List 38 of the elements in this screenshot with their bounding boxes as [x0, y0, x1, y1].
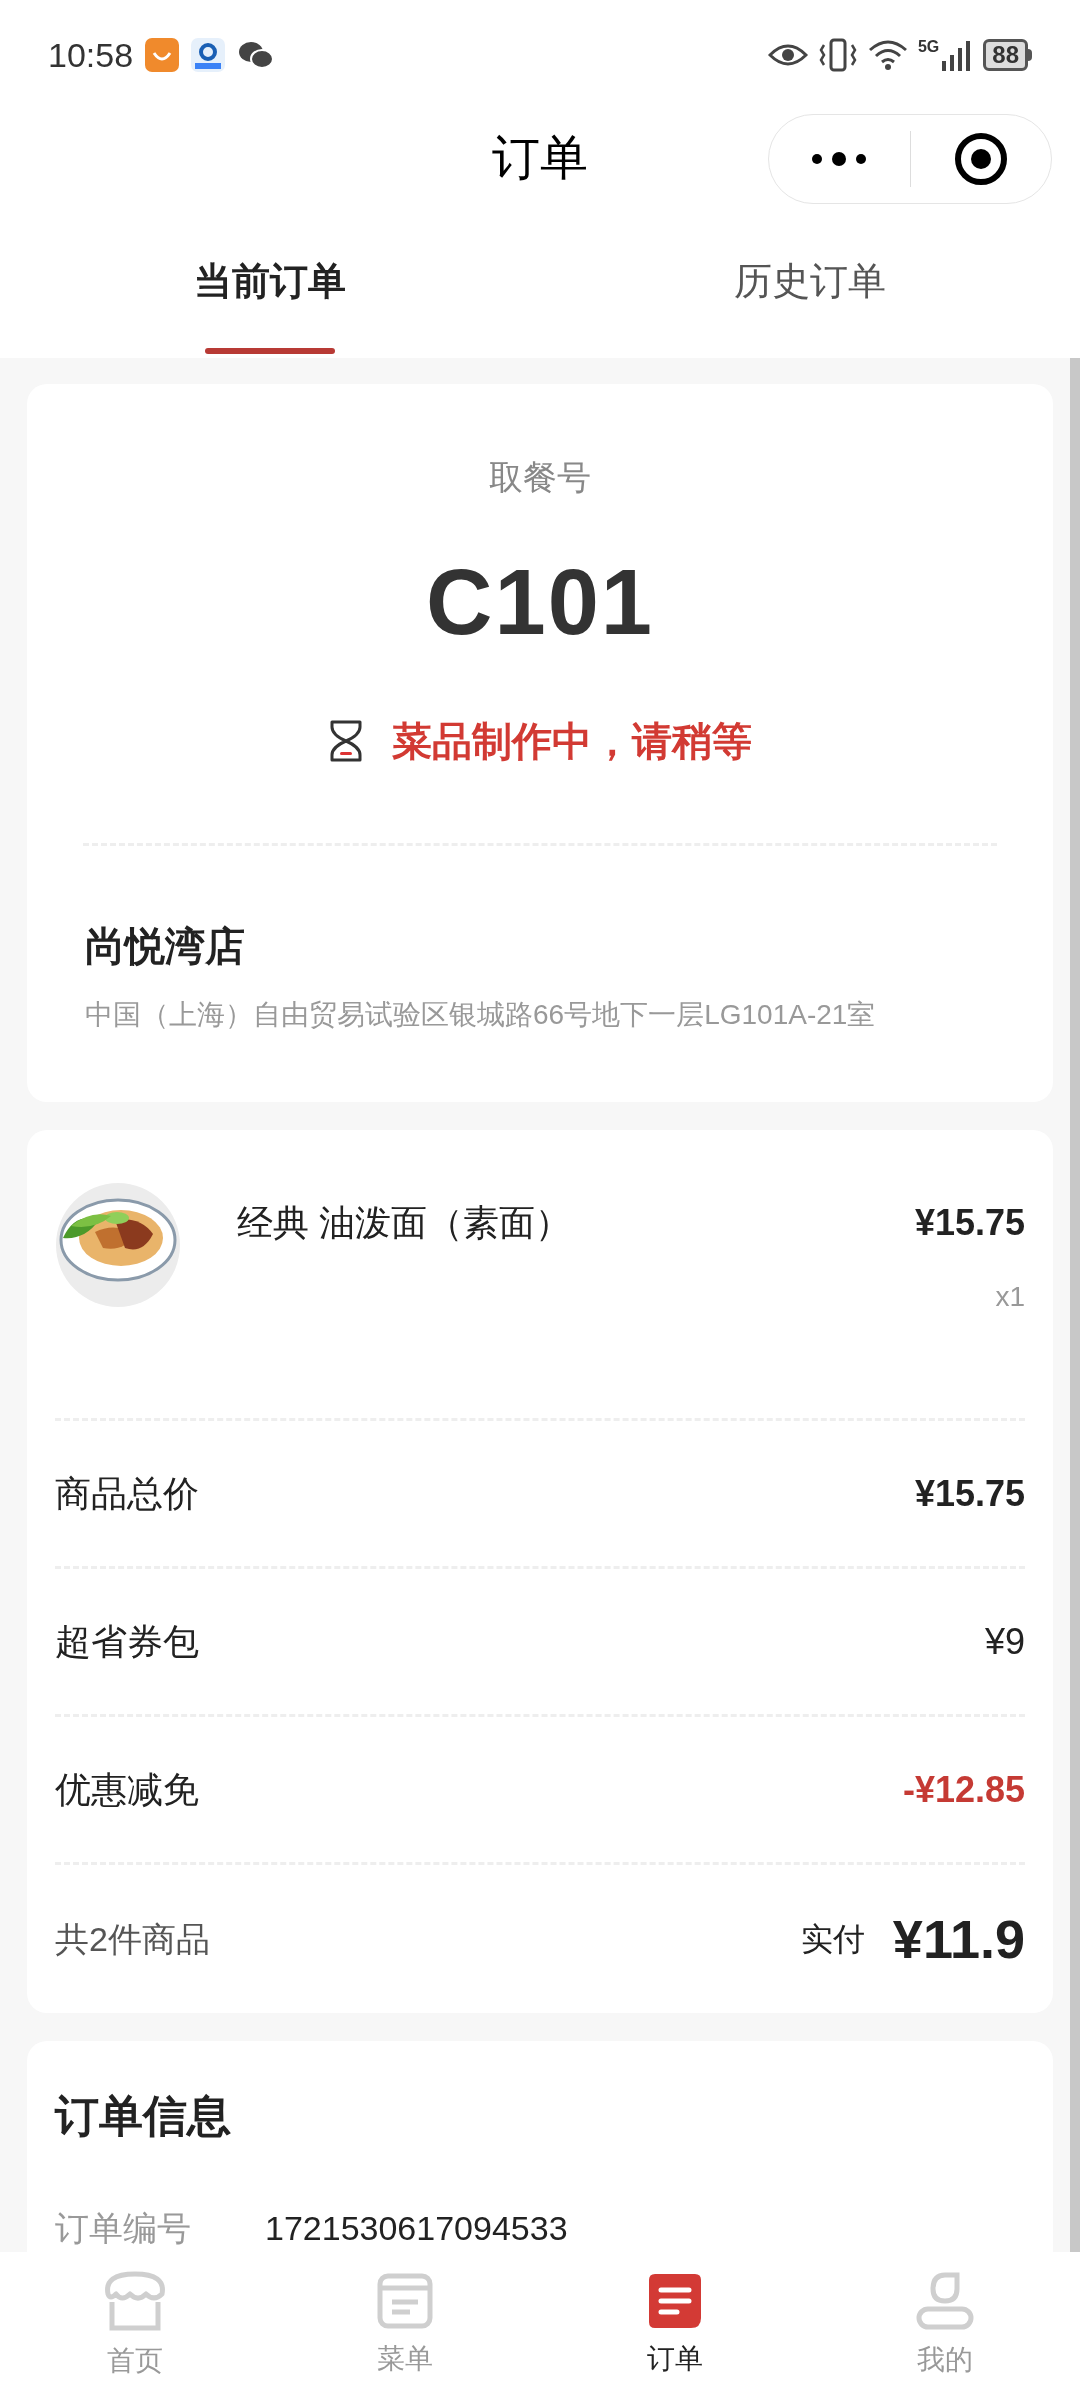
more-icon: [811, 151, 868, 167]
summary-label: 商品总价: [55, 1471, 199, 1516]
order-status: 菜品制作中，请稍等: [392, 718, 752, 765]
app-notification-icon: [145, 38, 180, 72]
hourglass-icon: [328, 719, 364, 763]
order-tab[interactable]: 历史订单: [540, 205, 1080, 358]
nav-item[interactable]: 订单: [540, 2252, 810, 2400]
summary-value: -¥12.85: [902, 1767, 1025, 1812]
page-title: 订单: [492, 129, 588, 186]
item-name: 经典 油泼面（素面）: [237, 1201, 572, 1245]
wifi-icon: [867, 39, 908, 71]
vibrate-icon: [817, 37, 858, 73]
paid-label: 实付: [800, 1920, 865, 1959]
person-icon: [915, 2271, 975, 2331]
summary-value: ¥9: [984, 1619, 1025, 1664]
store-icon: [102, 2270, 168, 2332]
document-icon: [647, 2272, 703, 2330]
info-value: 1721530617094533: [265, 2208, 568, 2249]
battery-level: 88: [983, 39, 1028, 71]
menu-card-icon: [376, 2272, 434, 2330]
app-notification-icon: [191, 38, 226, 72]
order-tab[interactable]: 当前订单: [0, 205, 540, 358]
status-time: 10:58: [48, 34, 134, 76]
pickup-number: C101: [426, 550, 654, 655]
store-address: 中国（上海）自由贸易试验区银城路66号地下一层LG101A-21室: [85, 998, 877, 1032]
section-title: 订单信息: [55, 2090, 232, 2142]
pickup-label: 取餐号: [489, 457, 591, 498]
item-quantity: x1: [995, 1280, 1025, 1314]
network-label: 5G: [917, 39, 940, 55]
item-count: 共2件商品: [55, 1918, 210, 1960]
store-name: 尚悦湾店: [85, 923, 246, 970]
paid-amount: ¥11.9: [892, 1907, 1025, 1971]
info-label: 订单编号: [55, 2208, 192, 2249]
summary-label: 超省券包: [55, 1619, 199, 1664]
summary-value: ¥15.75: [914, 1471, 1025, 1516]
summary-label: 优惠减免: [55, 1767, 199, 1812]
target-icon: [952, 131, 1009, 187]
item-price: ¥15.75: [914, 1201, 1025, 1245]
